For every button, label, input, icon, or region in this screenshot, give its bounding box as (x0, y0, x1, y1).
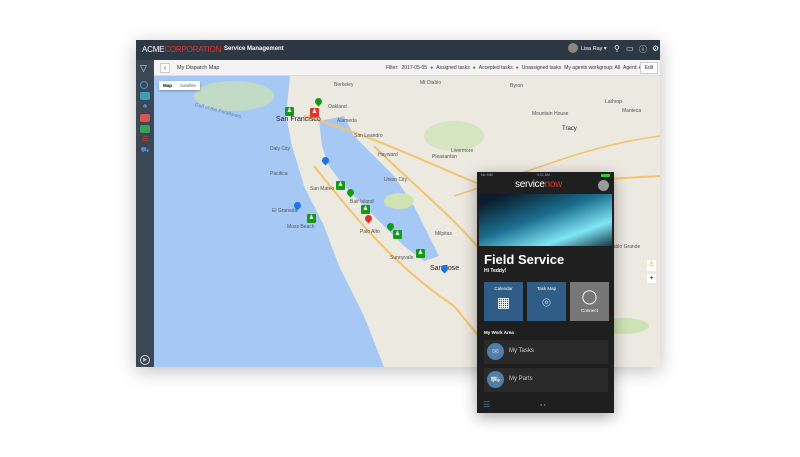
globe-icon[interactable] (140, 81, 148, 89)
accepted-pin-icon: ● (472, 65, 476, 71)
banner-image (479, 194, 612, 246)
play-icon[interactable]: ▶ (140, 355, 150, 365)
board-icon[interactable] (140, 92, 150, 100)
place-label: Pleasanton (432, 154, 458, 160)
map-pin-icon: ⌾ (542, 294, 551, 310)
map-type-control: Map Satellite (159, 81, 201, 90)
battery-icon (601, 174, 610, 177)
map-header: ‹ My Dispatch Map Filter: 2017-05-05 ● Ass… (154, 60, 660, 76)
app-title: Field Service (484, 252, 565, 267)
avatar[interactable] (568, 43, 578, 53)
user-menu[interactable]: Lisa Ray ▾ (581, 46, 607, 52)
place-label: San Mateo (310, 186, 335, 192)
filter-icon[interactable]: ▽ (140, 63, 147, 74)
place-label: Livermore (451, 148, 474, 154)
zoom-in-button[interactable]: + (647, 274, 656, 283)
place-label: Lathrop (605, 99, 622, 105)
agent-marker[interactable]: ♟ (336, 181, 345, 190)
agent-marker[interactable]: ♟ (285, 107, 294, 116)
place-label: Milpitas (435, 231, 452, 237)
place-label: Oakland (328, 104, 347, 110)
agent-marker-unassigned[interactable]: ♟ (310, 108, 319, 117)
unassigned-pin-icon: ● (515, 65, 519, 71)
inbox-icon: ✉ (487, 343, 504, 360)
place-label: San Francisco (276, 116, 321, 123)
status-carrier: No SIM (481, 173, 493, 177)
menu-list-icon[interactable]: ☰ (483, 400, 490, 409)
agent-marker[interactable]: ♟ (307, 214, 316, 223)
profile-avatar[interactable] (598, 180, 609, 191)
page-dots: ● ● (540, 402, 546, 407)
section-label: My Work Area (484, 330, 514, 335)
my-parts-item[interactable]: ⛟ My Parts (484, 368, 608, 392)
left-nav: ▽ ♣ ☰ ⛟ ▶ (136, 60, 154, 367)
place-label: Sunnyvale (390, 255, 414, 261)
greeting: Hi Teddy! (484, 268, 507, 274)
status-time: 9:31 AM (537, 173, 550, 177)
place-label: Mt Diablo (420, 80, 442, 86)
help-icon[interactable]: ⓘ (639, 44, 647, 55)
place-label: Byron (510, 83, 524, 89)
assigned-pin-icon: ● (430, 65, 434, 71)
place-label: Alameda (337, 118, 357, 124)
place-label: Union City (384, 177, 408, 183)
place-label: San Leandro (354, 133, 383, 139)
agent-marker[interactable]: ♟ (361, 205, 370, 214)
agent-marker[interactable]: ♟ (393, 230, 402, 239)
map-type-satellite[interactable]: Satellite (176, 81, 200, 90)
my-tasks-item[interactable]: ✉ My Tasks (484, 340, 608, 364)
gear-icon[interactable]: ⚙ (652, 44, 659, 53)
chat-bubble-icon: ◯ (581, 288, 598, 304)
card-icon[interactable] (140, 114, 150, 122)
place-label: Pacifica (270, 171, 288, 177)
place-label: Tracy (562, 126, 577, 132)
place-label: Moss Beach (287, 224, 315, 230)
team-icon[interactable] (140, 125, 150, 133)
calendar-tile[interactable]: Calendar ▦ (484, 282, 523, 321)
calendar-icon: ▦ (496, 294, 511, 310)
cart-icon[interactable]: ⛟ (140, 147, 150, 155)
place-label: Manteca (622, 108, 642, 114)
filter-summary: Filter: 2017-05-05 ● Assigned tasks ● Accep… (386, 65, 645, 71)
place-label: Mountain House (532, 111, 569, 117)
street-view-icon[interactable]: ♙ (647, 260, 656, 271)
agent-marker[interactable]: ♟ (416, 249, 425, 258)
mobile-app: No SIM 9:31 AM servicenow Field Service … (477, 172, 614, 413)
servicenow-logo: servicenow (515, 179, 563, 190)
connect-tile[interactable]: ◯ Connect (570, 282, 609, 321)
list-icon[interactable]: ☰ (140, 136, 150, 144)
top-bar: ACMECORPORATION Service Management Lisa … (136, 40, 660, 60)
place-label: Hayward (378, 152, 398, 158)
back-button[interactable]: ‹ (160, 63, 170, 73)
search-icon[interactable]: ⚲ (614, 44, 620, 53)
task-map-tile[interactable]: Task Map ⌾ (527, 282, 566, 321)
page-title: My Dispatch Map (177, 65, 220, 71)
brand-logo: ACMECORPORATION (142, 45, 222, 54)
place-label: Palo Alto (360, 229, 380, 235)
app-name: Service Management (224, 46, 284, 52)
place-label: El Granada (272, 208, 298, 214)
map-type-map[interactable]: Map (159, 81, 176, 90)
edit-button[interactable]: Edit (640, 62, 658, 74)
cart-icon: ⛟ (487, 371, 504, 388)
org-icon[interactable]: ♣ (140, 103, 150, 111)
place-label: Daly City (270, 146, 291, 152)
chat-icon[interactable]: ▭ (626, 44, 634, 53)
place-label: Berkeley (334, 82, 354, 88)
